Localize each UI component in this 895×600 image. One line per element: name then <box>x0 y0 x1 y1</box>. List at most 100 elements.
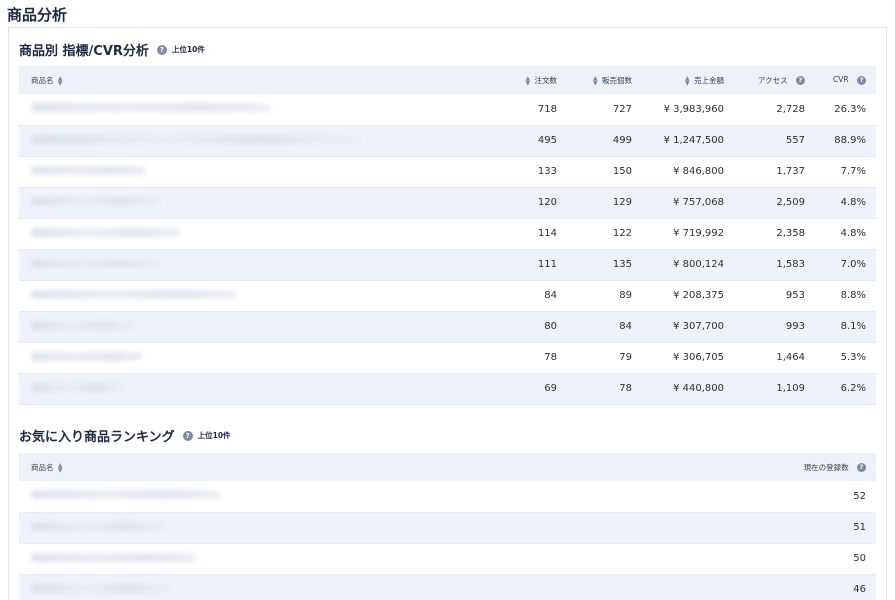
cvr-cell: 7.7% <box>840 166 866 177</box>
registrations-cell: 50 <box>853 553 866 564</box>
table-header-row: 商品名 ▲▼ ▲▼ 注文数 ▲▼ 販売個数 ▲▼ 売上金額 アクセス ? <box>19 66 876 94</box>
table-row: 495 499 ¥ 1,247,500 557 88.9% <box>19 125 876 156</box>
units-cell: 89 <box>619 290 632 301</box>
cvr-cell: 8.8% <box>840 290 866 301</box>
question-icon[interactable]: ? <box>182 430 193 441</box>
registrations-cell: 52 <box>853 490 866 502</box>
sort-icon[interactable]: ▲ ▼ <box>525 75 530 86</box>
product-name-redacted <box>19 481 659 512</box>
orders-cell: 78 <box>544 352 557 363</box>
access-cell: 1,109 <box>776 383 805 394</box>
access-cell: 557 <box>785 135 805 146</box>
orders-cell: 111 <box>537 259 557 270</box>
sort-icon[interactable]: ▲ ▼ <box>685 75 690 86</box>
units-cell: 78 <box>619 383 632 394</box>
product-name-redacted <box>19 187 463 218</box>
product-name-redacted <box>19 156 463 187</box>
sort-icon[interactable]: ▲ ▼ <box>58 75 63 86</box>
orders-cell: 84 <box>544 290 557 301</box>
favorites-section-title: お気に入り商品ランキング <box>19 430 175 445</box>
cvr-cell: 88.9% <box>834 135 866 146</box>
table-row: 718 727 ¥ 3,983,960 2,728 26.3% <box>19 94 876 125</box>
sales-cell: ¥ 3,983,960 <box>663 103 724 115</box>
orders-cell: 80 <box>544 321 557 332</box>
product-name-redacted <box>19 543 659 574</box>
column-header-units[interactable]: ▲ ▼ 販売個数 <box>567 66 642 94</box>
product-name-redacted <box>19 280 463 311</box>
units-cell: 150 <box>612 166 632 177</box>
product-name-redacted <box>19 373 463 404</box>
access-cell: 2,728 <box>776 103 805 115</box>
product-name-redacted <box>19 94 463 125</box>
table-row: 51 <box>19 512 876 543</box>
access-cell: 1,464 <box>776 352 805 363</box>
sales-cell: ¥ 307,700 <box>673 321 724 332</box>
question-icon[interactable]: ? <box>857 463 866 472</box>
orders-cell: 114 <box>537 228 557 239</box>
product-name-redacted <box>19 249 463 280</box>
column-header-product-name[interactable]: 商品名 ▲ ▼ <box>19 453 659 481</box>
units-cell: 499 <box>612 135 632 146</box>
product-name-redacted <box>19 125 463 156</box>
table-row: 46 <box>19 574 876 600</box>
cvr-cell: 5.3% <box>840 352 866 363</box>
cvr-cell: 26.3% <box>834 103 866 115</box>
analysis-panel: 商品別 指標/CVR分析 ? 上位10件 商品名 ▲ ▼ ▲ ▼ 注文数 ▲ ▼ 販売… <box>8 27 887 600</box>
question-icon[interactable]: ? <box>857 75 866 85</box>
question-icon[interactable]: ? <box>796 76 805 85</box>
column-header-product-name[interactable]: 商品名 ▲ ▼ <box>19 66 463 94</box>
sales-cell: ¥ 440,800 <box>673 383 724 394</box>
product-name-redacted <box>19 218 463 249</box>
sales-cell: ¥ 208,375 <box>673 290 724 301</box>
cvr-cell: 4.8% <box>840 228 866 239</box>
units-cell: 135 <box>612 259 632 270</box>
product-name-redacted <box>19 574 659 600</box>
column-header-sales[interactable]: ▲ ▼ 売上金額 <box>642 66 734 94</box>
sales-cell: ¥ 846,800 <box>673 166 724 177</box>
sales-cell: ¥ 306,705 <box>673 352 724 363</box>
table-row: 120 129 ¥ 757,068 2,509 4.8% <box>19 187 876 218</box>
orders-cell: 495 <box>537 135 557 146</box>
product-name-redacted <box>19 311 463 342</box>
registrations-cell: 46 <box>853 584 866 595</box>
cvr-section-title: 商品別 指標/CVR分析 <box>19 44 149 59</box>
sales-cell: ¥ 719,992 <box>673 228 724 239</box>
table-row: 111 135 ¥ 800,124 1,583 7.0% <box>19 249 876 280</box>
registrations-cell: 51 <box>853 522 866 533</box>
product-name-redacted <box>19 512 659 543</box>
access-cell: 993 <box>785 321 805 332</box>
access-cell: 1,583 <box>776 259 805 270</box>
sales-cell: ¥ 757,068 <box>673 197 724 208</box>
units-cell: 79 <box>619 352 632 363</box>
table-row: 80 84 ¥ 307,700 993 8.1% <box>19 311 876 342</box>
column-header-access: アクセス ? <box>734 66 815 94</box>
product-name-redacted <box>19 342 463 373</box>
top10-badge: 上位10件 <box>171 45 205 54</box>
favorites-table: 商品名 ▲ ▼ 現在の登録数 ? 52 51 50 46 <box>19 453 876 600</box>
table-row: 133 150 ¥ 846,800 1,737 7.7% <box>19 156 876 187</box>
sort-icon[interactable]: ▲ ▼ <box>58 462 63 473</box>
access-cell: 2,358 <box>776 228 805 239</box>
table-row: 78 79 ¥ 306,705 1,464 5.3% <box>19 342 876 373</box>
sort-icon[interactable]: ▲ ▼ <box>593 75 598 86</box>
table-row: 84 89 ¥ 208,375 953 8.8% <box>19 280 876 311</box>
table-row: 114 122 ¥ 719,992 2,358 4.8% <box>19 218 876 249</box>
sales-cell: ¥ 1,247,500 <box>663 135 724 146</box>
column-header-orders[interactable]: ▲ ▼ 注文数 <box>463 66 567 94</box>
units-cell: 727 <box>612 103 632 115</box>
orders-cell: 718 <box>537 103 557 115</box>
question-icon[interactable]: ? <box>156 44 167 55</box>
table-header-row: 商品名 ▲ ▼ 現在の登録数 ? <box>19 453 876 481</box>
orders-cell: 69 <box>544 383 557 394</box>
cvr-cell: 4.8% <box>840 197 866 208</box>
column-header-cvr: CVR ? <box>815 66 876 94</box>
favorites-section-header: お気に入り商品ランキング ? 上位10件 <box>19 426 231 445</box>
table-row: 50 <box>19 543 876 574</box>
column-header-registrations: 現在の登録数 ? <box>659 453 876 481</box>
cvr-cell: 6.2% <box>840 383 866 394</box>
sales-cell: ¥ 800,124 <box>673 259 724 270</box>
top10-badge: 上位10件 <box>197 431 231 440</box>
table-row: 69 78 ¥ 440,800 1,109 6.2% <box>19 373 876 404</box>
orders-cell: 120 <box>537 197 557 208</box>
units-cell: 84 <box>619 321 632 332</box>
